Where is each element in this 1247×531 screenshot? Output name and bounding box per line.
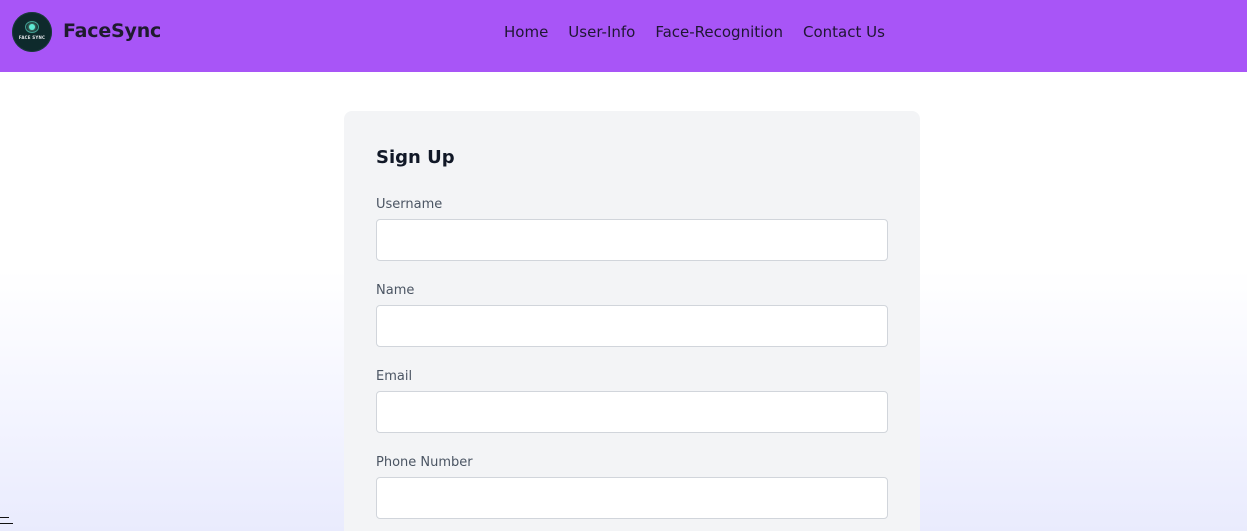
facesync-logo-icon[interactable]: FACE SYNC <box>12 12 52 52</box>
name-input[interactable] <box>376 305 888 347</box>
nav-link-home[interactable]: Home <box>504 23 548 41</box>
logo-text: FACE SYNC <box>18 35 46 40</box>
phone-number-input[interactable] <box>376 477 888 519</box>
menu-icon[interactable] <box>0 515 13 525</box>
email-label: Email <box>376 369 413 384</box>
email-input[interactable] <box>376 391 888 433</box>
nav-links: Home User-Info Face-Recognition Contact … <box>504 23 885 41</box>
username-label: Username <box>376 197 443 212</box>
signup-title: Sign Up <box>376 147 455 168</box>
nav-link-contact-us[interactable]: Contact Us <box>803 23 885 41</box>
top-navbar: FACE SYNC FaceSync Home User-Info Face-R… <box>0 0 1247 72</box>
signup-card: Sign Up Username Name Email Phone Number <box>344 111 920 531</box>
brand-name[interactable]: FaceSync <box>63 20 161 42</box>
username-input[interactable] <box>376 219 888 261</box>
name-label: Name <box>376 283 415 298</box>
nav-link-user-info[interactable]: User-Info <box>568 23 635 41</box>
nav-link-face-recognition[interactable]: Face-Recognition <box>655 23 783 41</box>
phone-number-label: Phone Number <box>376 455 473 470</box>
